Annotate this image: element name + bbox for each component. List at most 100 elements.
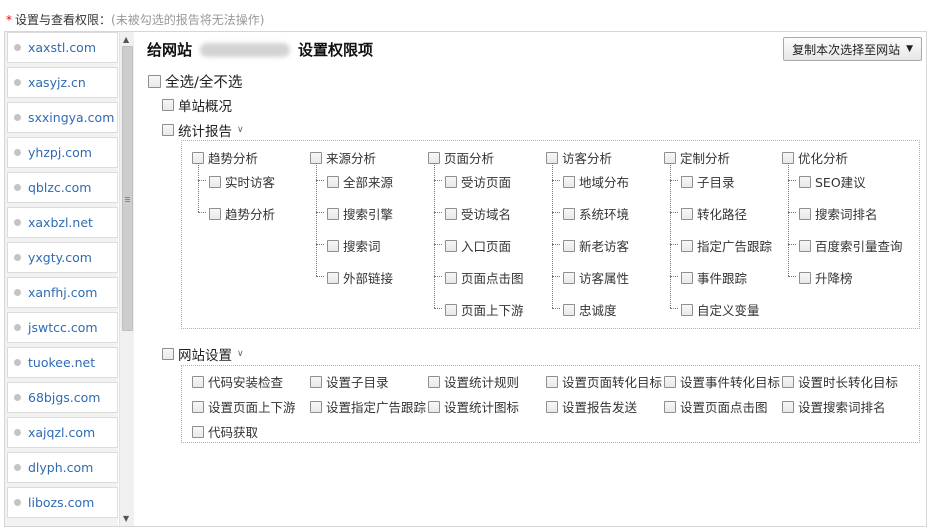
report-item-checkbox[interactable]: [327, 239, 339, 252]
report-group-header[interactable]: 来源分析: [310, 148, 376, 167]
report-group-checkbox[interactable]: [546, 151, 558, 164]
setting-item[interactable]: 设置时长转化目标: [782, 372, 898, 391]
report-item[interactable]: 指定广告跟踪: [681, 236, 772, 255]
setting-item[interactable]: 设置子目录: [310, 372, 389, 391]
report-group-header[interactable]: 定制分析: [664, 148, 730, 167]
expand-icon[interactable]: ∨: [237, 349, 244, 359]
scroll-up-icon[interactable]: ▲: [123, 36, 129, 44]
site-list-item[interactable]: jswtcc.com: [7, 312, 118, 343]
report-item[interactable]: 转化路径: [681, 204, 747, 223]
setting-item[interactable]: 代码安装检查: [192, 372, 283, 391]
report-item-checkbox[interactable]: [799, 207, 811, 220]
report-item[interactable]: 系统环境: [563, 204, 629, 223]
report-item[interactable]: 新老访客: [563, 236, 629, 255]
site-name[interactable]: libozs.com: [28, 495, 94, 510]
setting-item[interactable]: 设置指定广告跟踪: [310, 397, 426, 416]
site-name[interactable]: yhzpj.com: [28, 145, 92, 160]
site-list-scrollbar[interactable]: ▲ ▼: [119, 32, 134, 526]
report-item[interactable]: SEO建议: [799, 172, 866, 191]
select-all-row[interactable]: 全选/全不选: [148, 71, 242, 92]
site-list-item[interactable]: sxxingya.com: [7, 102, 118, 133]
scroll-down-icon[interactable]: ▼: [123, 515, 129, 523]
copy-selection-button[interactable]: 复制本次选择至网站 ▼: [783, 37, 922, 61]
scrollbar-thumb[interactable]: [122, 46, 133, 331]
report-item[interactable]: 页面上下游: [445, 300, 524, 319]
select-all-checkbox[interactable]: [148, 75, 161, 88]
report-item-checkbox[interactable]: [327, 207, 339, 220]
report-item[interactable]: 搜索词排名: [799, 204, 878, 223]
report-item-checkbox[interactable]: [209, 207, 221, 220]
report-item[interactable]: 入口页面: [445, 236, 511, 255]
report-item-checkbox[interactable]: [681, 303, 693, 316]
site-list-item[interactable]: 68bjgs.com: [7, 382, 118, 413]
site-list-item[interactable]: xasyjz.cn: [7, 67, 118, 98]
report-item-checkbox[interactable]: [563, 271, 575, 284]
site-list-item[interactable]: qblzc.com: [7, 172, 118, 203]
setting-item-checkbox[interactable]: [192, 375, 204, 388]
setting-item-checkbox[interactable]: [546, 375, 558, 388]
setting-item-checkbox[interactable]: [192, 400, 204, 413]
report-item[interactable]: 受访页面: [445, 172, 511, 191]
report-item[interactable]: 搜索引擎: [327, 204, 393, 223]
report-item[interactable]: 搜索词: [327, 236, 381, 255]
site-name[interactable]: xasyjz.cn: [28, 75, 86, 90]
report-group-checkbox[interactable]: [782, 151, 794, 164]
site-list-item[interactable]: yxgty.com: [7, 242, 118, 273]
report-group-header[interactable]: 访客分析: [546, 148, 612, 167]
report-item-checkbox[interactable]: [799, 175, 811, 188]
setting-item-checkbox[interactable]: [664, 400, 676, 413]
report-item-checkbox[interactable]: [327, 175, 339, 188]
report-item[interactable]: 自定义变量: [681, 300, 760, 319]
report-group-checkbox[interactable]: [310, 151, 322, 164]
report-item-checkbox[interactable]: [799, 239, 811, 252]
report-group-checkbox[interactable]: [428, 151, 440, 164]
report-item[interactable]: 实时访客: [209, 172, 275, 191]
setting-item[interactable]: 设置页面点击图: [664, 397, 768, 416]
setting-item[interactable]: 设置搜索词排名: [782, 397, 886, 416]
site-name[interactable]: xajqzl.com: [28, 425, 95, 440]
site-name[interactable]: jswtcc.com: [28, 320, 98, 335]
site-name[interactable]: dlyph.com: [28, 460, 93, 475]
site-name[interactable]: xanfhj.com: [28, 285, 97, 300]
setting-item-checkbox[interactable]: [428, 400, 440, 413]
site-list-item[interactable]: xajqzl.com: [7, 417, 118, 448]
report-item-checkbox[interactable]: [681, 207, 693, 220]
report-item[interactable]: 地域分布: [563, 172, 629, 191]
report-group-checkbox[interactable]: [664, 151, 676, 164]
report-group-checkbox[interactable]: [192, 151, 204, 164]
setting-item[interactable]: 代码获取: [192, 422, 258, 441]
report-group-header[interactable]: 趋势分析: [192, 148, 258, 167]
setting-item[interactable]: 设置报告发送: [546, 397, 637, 416]
site-name[interactable]: tuokee.net: [28, 355, 95, 370]
report-item-checkbox[interactable]: [681, 239, 693, 252]
setting-item-checkbox[interactable]: [310, 375, 322, 388]
site-name[interactable]: qblzc.com: [28, 180, 91, 195]
setting-item[interactable]: 设置页面转化目标: [546, 372, 662, 391]
report-group-header[interactable]: 优化分析: [782, 148, 848, 167]
report-item[interactable]: 全部来源: [327, 172, 393, 191]
report-item-checkbox[interactable]: [209, 175, 221, 188]
site-name[interactable]: sxxingya.com: [28, 110, 114, 125]
report-item[interactable]: 趋势分析: [209, 204, 275, 223]
site-name[interactable]: 68bjgs.com: [28, 390, 100, 405]
site-overview-row[interactable]: 单站概况: [162, 95, 232, 115]
site-list-item[interactable]: libozs.com: [7, 487, 118, 518]
stats-report-checkbox[interactable]: [162, 124, 174, 136]
report-item-checkbox[interactable]: [563, 303, 575, 316]
report-item-checkbox[interactable]: [445, 271, 457, 284]
site-list-item[interactable]: xanfhj.com: [7, 277, 118, 308]
report-item[interactable]: 受访域名: [445, 204, 511, 223]
site-list-item[interactable]: xaxstl.com: [7, 32, 118, 63]
report-item[interactable]: 事件跟踪: [681, 268, 747, 287]
setting-item-checkbox[interactable]: [546, 400, 558, 413]
site-list-item[interactable]: dlyph.com: [7, 452, 118, 483]
report-item[interactable]: 子目录: [681, 172, 735, 191]
report-item[interactable]: 升降榜: [799, 268, 853, 287]
report-item[interactable]: 访客属性: [563, 268, 629, 287]
report-group-header[interactable]: 页面分析: [428, 148, 494, 167]
report-item-checkbox[interactable]: [327, 271, 339, 284]
setting-item-checkbox[interactable]: [782, 400, 794, 413]
site-name[interactable]: xaxstl.com: [28, 40, 96, 55]
setting-item-checkbox[interactable]: [782, 375, 794, 388]
setting-item[interactable]: 设置统计图标: [428, 397, 519, 416]
